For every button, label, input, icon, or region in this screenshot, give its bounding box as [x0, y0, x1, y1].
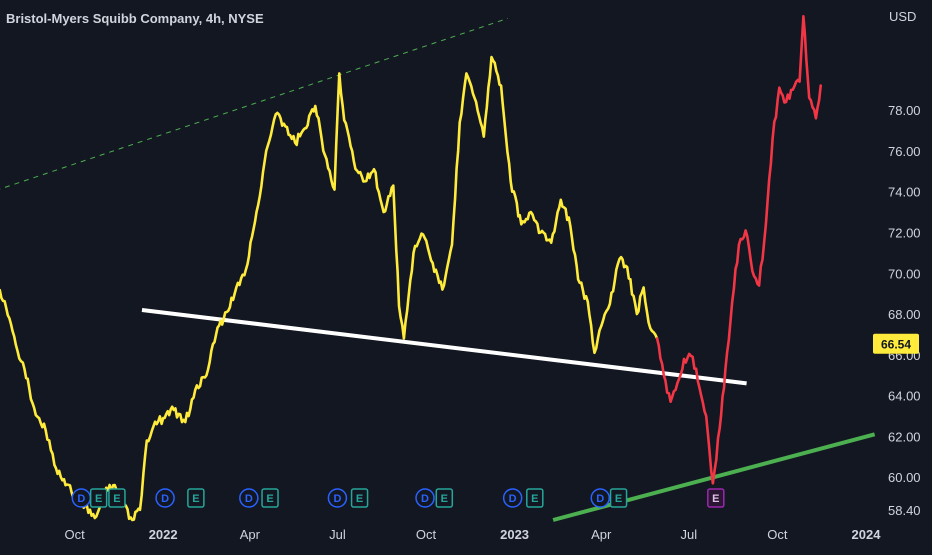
event-marker-label: D	[161, 493, 169, 505]
y-tick-label: 72.00	[888, 225, 921, 240]
event-marker-0[interactable]: D	[71, 488, 92, 508]
x-tick-label: Oct	[767, 527, 788, 542]
event-marker-6[interactable]: E	[261, 488, 279, 508]
chart-title: Bristol-Myers Squibb Company, 4h, NYSE	[6, 11, 264, 26]
x-tick-label: Oct	[416, 527, 437, 542]
event-marker-11[interactable]: D	[502, 488, 523, 508]
event-marker-label: D	[509, 493, 517, 505]
y-tick-label: 74.00	[888, 185, 921, 200]
event-marker-9[interactable]: D	[415, 488, 435, 508]
x-tick-label: Oct	[64, 527, 85, 542]
event-marker-label: D	[77, 493, 85, 505]
event-marker-label: E	[266, 493, 273, 505]
chart-root: DEEDEDEDEDEDEDEE 58.40 60.00 62.00 64.00 66.…	[0, 0, 932, 550]
event-marker-14[interactable]: E	[609, 488, 628, 508]
event-marker-13[interactable]: D	[590, 488, 611, 508]
event-marker-label: E	[95, 493, 102, 505]
event-marker-2[interactable]: E	[108, 488, 126, 508]
event-marker-7[interactable]: D	[327, 488, 348, 508]
x-tick-label: Jul	[329, 527, 346, 542]
event-marker-label: D	[333, 493, 341, 505]
event-marker-label: E	[531, 493, 538, 505]
y-tick-label: 68.00	[888, 307, 921, 322]
event-marker-label: D	[421, 493, 429, 505]
event-marker-12[interactable]: E	[526, 488, 544, 508]
current-price-label: 66.54	[873, 333, 919, 354]
event-marker-label: D	[596, 493, 604, 505]
x-tick-label: 2022	[149, 527, 178, 542]
x-tick-label: Jul	[681, 527, 698, 542]
y-tick-label: 64.00	[888, 389, 921, 404]
x-tick-label: Apr	[240, 527, 261, 542]
event-marker-label: E	[356, 493, 363, 505]
event-marker-label: E	[615, 493, 622, 505]
current-price-value: 66.54	[881, 337, 911, 351]
event-marker-1[interactable]: E	[89, 488, 108, 508]
event-marker-10[interactable]: E	[435, 488, 454, 508]
y-tick-label: 78.00	[888, 103, 921, 118]
x-tick-label: 2023	[500, 527, 529, 542]
event-marker-label: E	[441, 493, 448, 505]
price-chart[interactable]: DEEDEDEDEDEDEDEE 58.4060.0062.0064.0066.…	[0, 0, 932, 550]
event-marker-4[interactable]: E	[187, 488, 205, 508]
x-tick-label: Apr	[591, 527, 612, 542]
event-marker-label: D	[245, 493, 253, 505]
event-marker-8[interactable]: E	[350, 488, 369, 508]
event-marker-label: E	[712, 493, 719, 505]
y-tick-label: 58.40	[888, 503, 921, 518]
event-marker-label: E	[192, 493, 199, 505]
event-marker-15[interactable]: E	[707, 488, 725, 508]
event-marker-3[interactable]: D	[155, 488, 175, 508]
y-tick-label: 76.00	[888, 144, 921, 159]
y-tick-label: 70.00	[888, 266, 921, 281]
event-marker-label: E	[113, 493, 120, 505]
event-marker-5[interactable]: D	[239, 488, 259, 508]
y-tick-label: 60.00	[888, 470, 921, 485]
currency-label: USD	[889, 9, 916, 24]
x-tick-label: 2024	[852, 527, 882, 542]
y-tick-label: 62.00	[888, 429, 921, 444]
